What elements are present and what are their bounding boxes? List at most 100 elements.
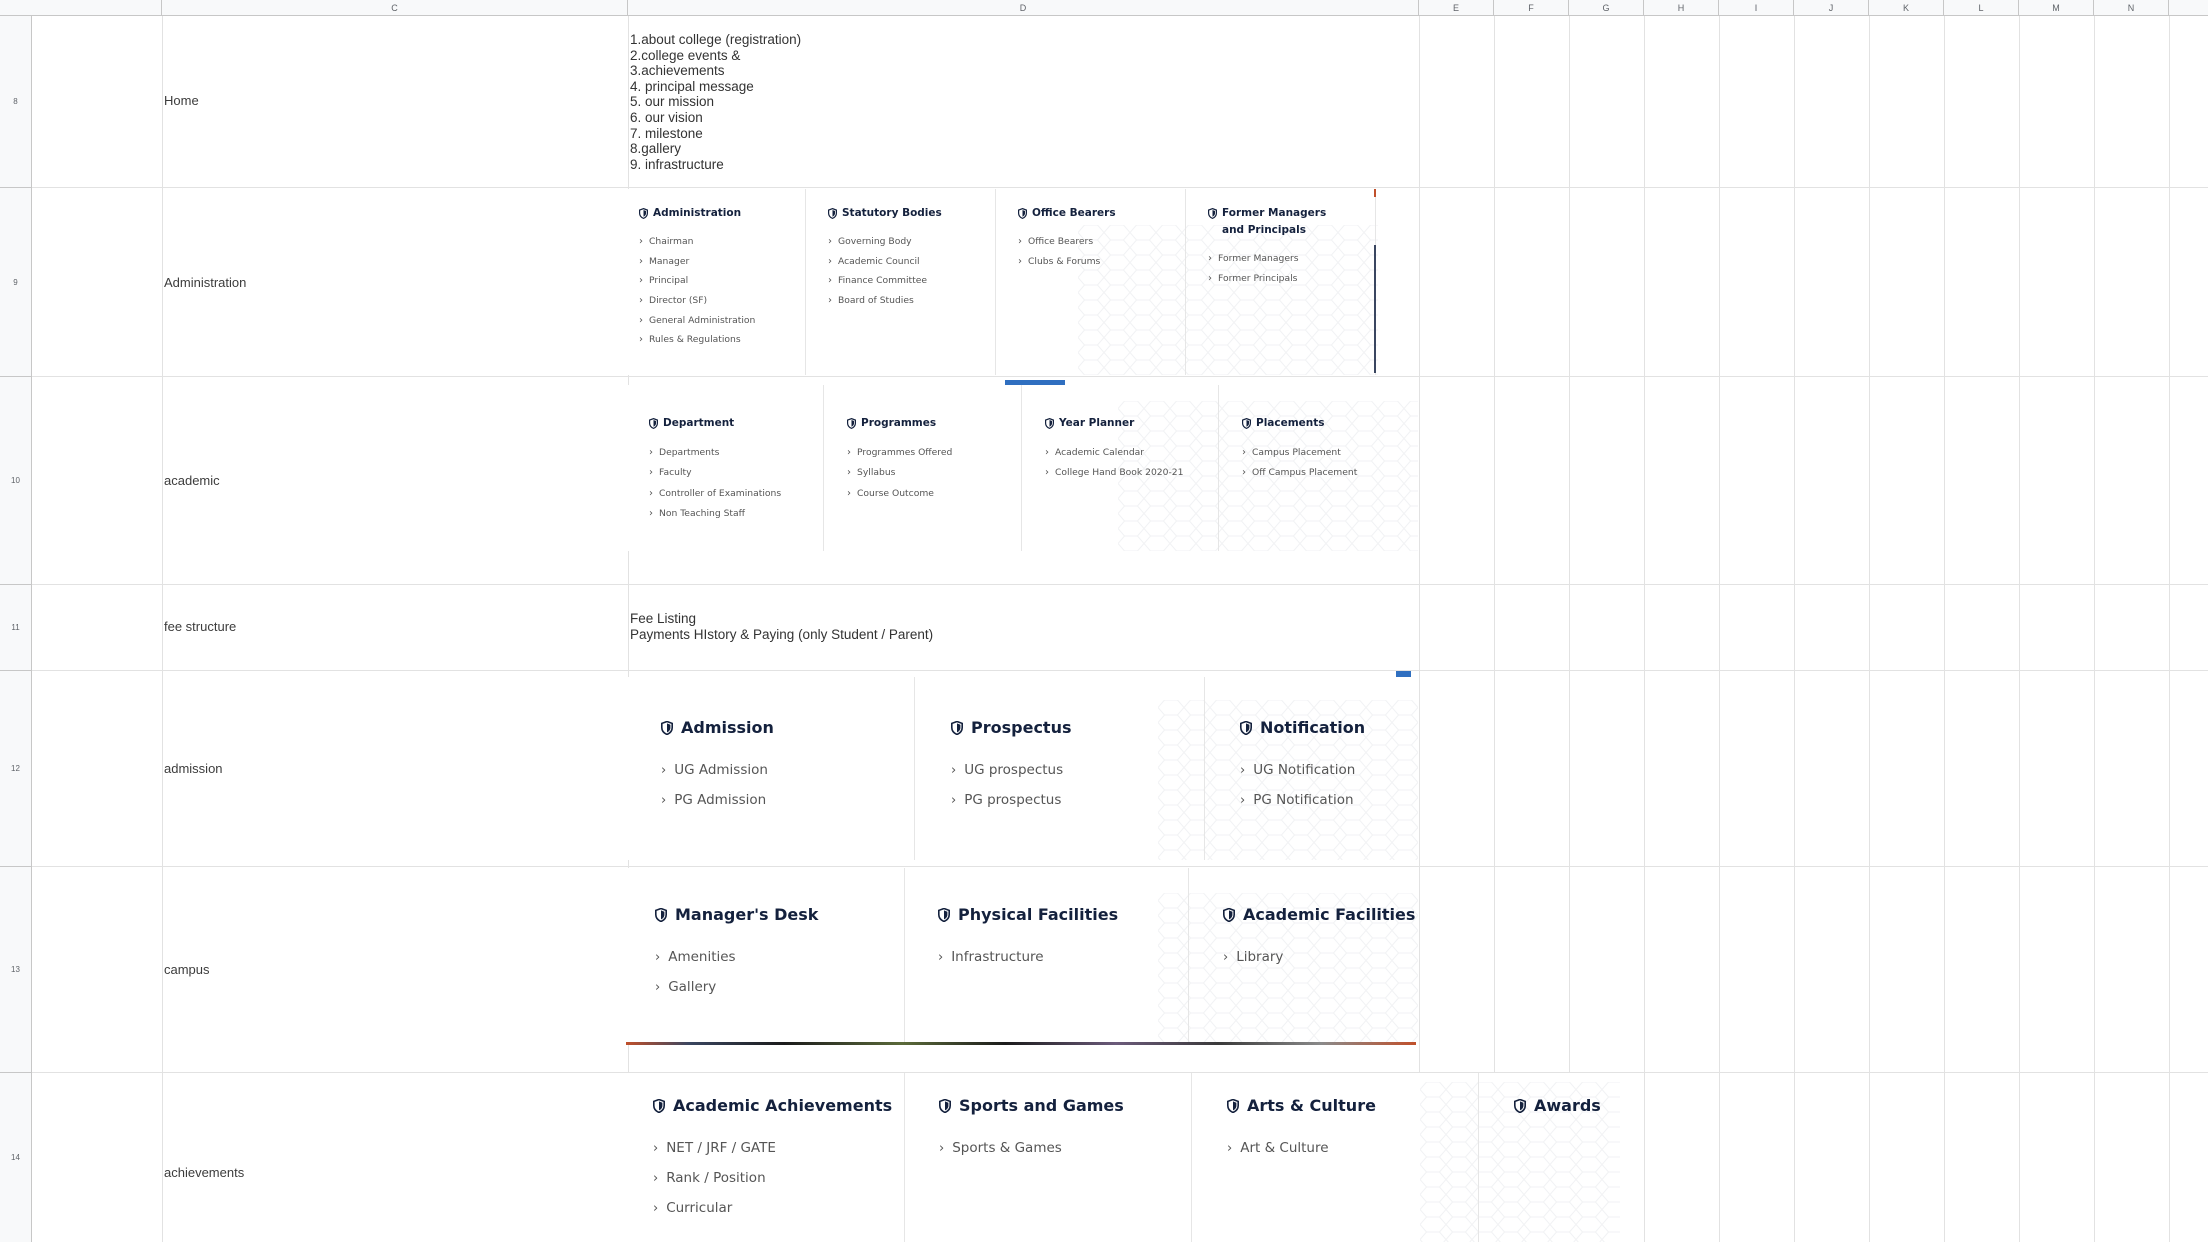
home-list-item: 7. milestone bbox=[630, 125, 703, 141]
menu-item-programmes-offered[interactable]: › Programmes Offered bbox=[847, 442, 1021, 463]
row-number[interactable]: 14 bbox=[0, 1073, 32, 1242]
menu-item-pg-notification[interactable]: › PG Notification bbox=[1240, 785, 1418, 815]
menu-item-principal[interactable]: › Principal bbox=[639, 271, 805, 291]
menu-heading-sports-and-games[interactable]: Sports and Games bbox=[939, 1095, 1191, 1117]
menu-heading-physical-facilities[interactable]: Physical Facilities bbox=[938, 904, 1188, 926]
menu-item-amenities[interactable]: › Amenities bbox=[655, 942, 904, 972]
menu-item-former-principals[interactable]: › Former Principals bbox=[1208, 269, 1375, 289]
menu-heading-prospectus[interactable]: Prospectus bbox=[951, 717, 1204, 739]
menu-item-college-hand-book[interactable]: › College Hand Book 2020-21 bbox=[1045, 463, 1218, 484]
menu-item-academic-calendar[interactable]: › Academic Calendar bbox=[1045, 442, 1218, 463]
cell-label-achievements[interactable]: achievements bbox=[164, 1165, 244, 1180]
menu-heading-statutory-bodies[interactable]: Statutory Bodies bbox=[828, 205, 995, 222]
menu-column-academic-achievements: Academic Achievements › NET / JRF / GATE … bbox=[628, 1073, 905, 1242]
column-header-f[interactable]: F bbox=[1494, 0, 1569, 16]
menu-item-board-of-studies[interactable]: › Board of Studies bbox=[828, 291, 995, 311]
menu-heading-programmes[interactable]: Programmes bbox=[847, 415, 1021, 432]
cell-label-fee-structure[interactable]: fee structure bbox=[164, 619, 236, 634]
menu-heading-year-planner[interactable]: Year Planner bbox=[1045, 415, 1218, 432]
menu-heading-arts-culture[interactable]: Arts & Culture bbox=[1227, 1095, 1478, 1117]
menu-item-syllabus[interactable]: › Syllabus bbox=[847, 463, 1021, 484]
menu-item-controller-of-examinations[interactable]: › Controller of Examinations bbox=[649, 483, 823, 504]
menu-item-course-outcome[interactable]: › Course Outcome bbox=[847, 483, 1021, 504]
menu-item-faculty[interactable]: › Faculty bbox=[649, 463, 823, 484]
menu-item-manager[interactable]: › Manager bbox=[639, 252, 805, 272]
column-header-e[interactable]: E bbox=[1419, 0, 1494, 16]
menu-item-ug-admission[interactable]: › UG Admission bbox=[661, 755, 914, 785]
menu-heading-awards[interactable]: Awards bbox=[1514, 1095, 1620, 1117]
menu-heading-office-bearers[interactable]: Office Bearers bbox=[1018, 205, 1185, 222]
menu-item-pg-prospectus[interactable]: › PG prospectus bbox=[951, 785, 1204, 815]
row-number[interactable]: 13 bbox=[0, 867, 32, 1073]
menu-item-rank-position[interactable]: › Rank / Position bbox=[653, 1163, 904, 1193]
cell-label-academic[interactable]: academic bbox=[164, 473, 220, 488]
column-header-c[interactable]: C bbox=[162, 0, 628, 16]
column-header-g[interactable]: G bbox=[1569, 0, 1644, 16]
menu-item-director-sf[interactable]: › Director (SF) bbox=[639, 291, 805, 311]
menu-item-net-jrf-gate[interactable]: › NET / JRF / GATE bbox=[653, 1133, 904, 1163]
row-number[interactable]: 9 bbox=[0, 188, 32, 377]
home-list-cell[interactable]: 1.about college (registration) 2.college… bbox=[630, 32, 801, 172]
menu-heading-managers-desk[interactable]: Manager's Desk bbox=[655, 904, 904, 926]
menu-item-label: Gallery bbox=[668, 979, 717, 995]
chevron-right-icon: › bbox=[639, 236, 643, 248]
menu-item-sports-games[interactable]: › Sports & Games bbox=[939, 1133, 1191, 1163]
chevron-right-icon: › bbox=[938, 949, 944, 965]
home-list-item: 8.gallery bbox=[630, 141, 682, 157]
column-header-l[interactable]: L bbox=[1944, 0, 2019, 16]
menu-item-label: NET / JRF / GATE bbox=[666, 1140, 776, 1156]
menu-item-library[interactable]: › Library bbox=[1223, 942, 1418, 972]
menu-item-rules-regulations[interactable]: › Rules & Regulations bbox=[639, 330, 805, 350]
menu-item-label: Finance Committee bbox=[838, 275, 928, 287]
cell-label-admission[interactable]: admission bbox=[164, 761, 223, 776]
row-number[interactable]: 11 bbox=[0, 585, 32, 671]
menu-item-pg-admission[interactable]: › PG Admission bbox=[661, 785, 914, 815]
menu-item-departments[interactable]: › Departments bbox=[649, 442, 823, 463]
menu-item-finance-committee[interactable]: › Finance Committee bbox=[828, 271, 995, 291]
menu-item-label: College Hand Book 2020-21 bbox=[1055, 467, 1184, 479]
row-number[interactable]: 12 bbox=[0, 671, 32, 867]
menu-item-governing-body[interactable]: › Governing Body bbox=[828, 232, 995, 252]
column-header-k[interactable]: K bbox=[1869, 0, 1944, 16]
menu-item-infrastructure[interactable]: › Infrastructure bbox=[938, 942, 1188, 972]
menu-item-ug-notification[interactable]: › UG Notification bbox=[1240, 755, 1418, 785]
column-header-j[interactable]: J bbox=[1794, 0, 1869, 16]
menu-item-clubs-forums[interactable]: › Clubs & Forums bbox=[1018, 252, 1185, 272]
menu-item-curricular[interactable]: › Curricular bbox=[653, 1193, 904, 1223]
column-header-n[interactable]: N bbox=[2094, 0, 2169, 16]
menu-item-gallery[interactable]: › Gallery bbox=[655, 972, 904, 1002]
fee-list-cell[interactable]: Fee Listing Payments HIstory & Paying (o… bbox=[630, 611, 933, 642]
menu-heading-department[interactable]: Department bbox=[649, 415, 823, 432]
row-number[interactable]: 8 bbox=[0, 16, 32, 188]
menu-column-prospectus: Prospectus › UG prospectus › PG prospectus bbox=[915, 677, 1205, 860]
menu-heading-academic-facilities[interactable]: Academic Facilities bbox=[1223, 904, 1418, 926]
menu-heading-academic-achievements[interactable]: Academic Achievements bbox=[653, 1095, 904, 1117]
column-header-m[interactable]: M bbox=[2019, 0, 2094, 16]
menu-item-former-managers[interactable]: › Former Managers bbox=[1208, 249, 1375, 269]
menu-heading-former-managers-principals[interactable]: Former Managers and Principals bbox=[1208, 205, 1338, 239]
cell-label-campus[interactable]: campus bbox=[164, 962, 210, 977]
menu-item-label: PG Admission bbox=[674, 792, 767, 808]
shield-icon bbox=[655, 908, 667, 922]
academic-mega-menu: Department › Departments › Faculty › Contro… bbox=[628, 385, 1418, 551]
menu-item-chairman[interactable]: › Chairman bbox=[639, 232, 805, 252]
menu-item-academic-council[interactable]: › Academic Council bbox=[828, 252, 995, 272]
cell-label-administration[interactable]: Administration bbox=[164, 275, 246, 290]
menu-item-ug-prospectus[interactable]: › UG prospectus bbox=[951, 755, 1204, 785]
menu-heading-administration[interactable]: Administration bbox=[639, 205, 805, 222]
menu-item-art-culture[interactable]: › Art & Culture bbox=[1227, 1133, 1478, 1163]
menu-item-non-teaching-staff[interactable]: › Non Teaching Staff bbox=[649, 504, 823, 525]
column-header-d[interactable]: D bbox=[628, 0, 1419, 16]
menu-heading-admission[interactable]: Admission bbox=[661, 717, 914, 739]
menu-item-off-campus-placement[interactable]: › Off Campus Placement bbox=[1242, 463, 1418, 484]
row-number[interactable]: 10 bbox=[0, 377, 32, 585]
menu-item-campus-placement[interactable]: › Campus Placement bbox=[1242, 442, 1418, 463]
menu-item-office-bearers[interactable]: › Office Bearers bbox=[1018, 232, 1185, 252]
column-header-h[interactable]: H bbox=[1644, 0, 1719, 16]
menu-heading-placements[interactable]: Placements bbox=[1242, 415, 1418, 432]
menu-heading-notification[interactable]: Notification bbox=[1240, 717, 1418, 739]
chevron-right-icon: › bbox=[1018, 236, 1022, 248]
menu-item-general-administration[interactable]: › General Administration bbox=[639, 310, 805, 330]
cell-label-home[interactable]: Home bbox=[164, 93, 199, 108]
column-header-i[interactable]: I bbox=[1719, 0, 1794, 16]
